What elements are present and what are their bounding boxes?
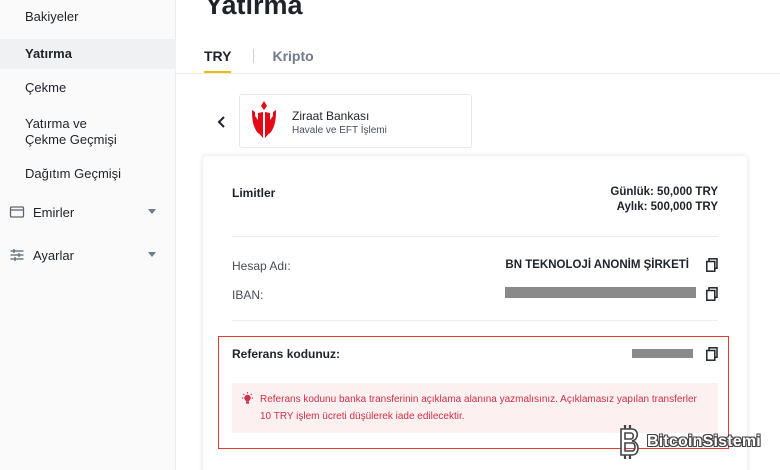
sidebar: Bakiyeler Yatırma Çekme Yatırma ve Çekme… xyxy=(0,0,176,470)
iban-label: IBAN: xyxy=(232,288,264,302)
settings-sliders-icon xyxy=(10,249,24,261)
watermark: BitcoinSistemi xyxy=(617,422,761,462)
copy-icon[interactable] xyxy=(706,258,718,272)
divider xyxy=(232,320,718,321)
sidebar-item-bakiyeler[interactable]: Bakiyeler xyxy=(0,9,176,29)
tab-divider xyxy=(253,49,255,63)
sidebar-item-cekme[interactable]: Çekme xyxy=(0,80,176,100)
account-name-value: BN TEKNOLOJİ ANONİM ŞİRKETİ xyxy=(505,259,689,271)
chevron-down-icon xyxy=(148,209,156,214)
bank-name: Ziraat Bankası xyxy=(292,109,370,123)
lightbulb-icon xyxy=(242,392,253,404)
orders-icon xyxy=(9,206,25,218)
copy-icon[interactable] xyxy=(706,287,718,301)
bitcoin-logo-icon xyxy=(620,425,639,459)
tab-kripto[interactable]: Kripto xyxy=(272,47,313,65)
tabs-underline xyxy=(176,73,780,74)
watermark-text: BitcoinSistemi xyxy=(647,433,761,450)
sidebar-item-label: Yatırma xyxy=(25,46,72,61)
sidebar-item-label: Yatırma ve Çekme Geçmişi xyxy=(25,116,117,147)
tab-try[interactable]: TRY xyxy=(204,47,232,73)
bank-selector[interactable]: Ziraat Bankası Havale ve EFT İşlemi xyxy=(239,94,472,148)
currency-tabs: TRY Kripto xyxy=(204,47,314,73)
sidebar-group-label: Ayarlar xyxy=(33,247,74,263)
monthly-limit: Aylık: 500,000 TRY xyxy=(616,201,718,213)
reference-code-redacted xyxy=(632,349,693,358)
sidebar-item-label: Çekme xyxy=(25,80,67,95)
reference-label: Referans kodunuz: xyxy=(232,347,341,361)
reference-warning-text: Referans kodunu banka transferinin açıkl… xyxy=(260,394,697,422)
daily-limit: Günlük: 50,000 TRY xyxy=(610,186,718,198)
sidebar-item-gecmis[interactable]: Yatırma ve Çekme Geçmişi xyxy=(0,116,176,150)
divider xyxy=(232,236,718,237)
account-name-label: Hesap Adı: xyxy=(232,259,291,273)
limits-label: Limitler xyxy=(232,186,276,200)
sidebar-group-ayarlar[interactable]: Ayarlar xyxy=(0,243,176,267)
bank-subtitle: Havale ve EFT İşlemi xyxy=(292,125,387,136)
iban-value-redacted xyxy=(505,287,696,298)
sidebar-item-yatirma[interactable]: Yatırma xyxy=(0,39,176,69)
chevron-down-icon xyxy=(148,252,156,257)
sidebar-group-label: Emirler xyxy=(33,204,75,220)
sidebar-item-label: Bakiyeler xyxy=(25,9,79,24)
copy-icon[interactable] xyxy=(706,347,718,361)
sidebar-group-emirler[interactable]: Emirler xyxy=(0,200,176,224)
chevron-left-icon[interactable] xyxy=(214,114,230,130)
page-title: Yatırma xyxy=(205,0,303,20)
ziraat-bank-logo-icon xyxy=(252,101,276,138)
sidebar-item-dagitim-gecmisi[interactable]: Dağıtım Geçmişi xyxy=(0,166,176,186)
sidebar-item-label: Dağıtım Geçmişi xyxy=(25,166,122,181)
